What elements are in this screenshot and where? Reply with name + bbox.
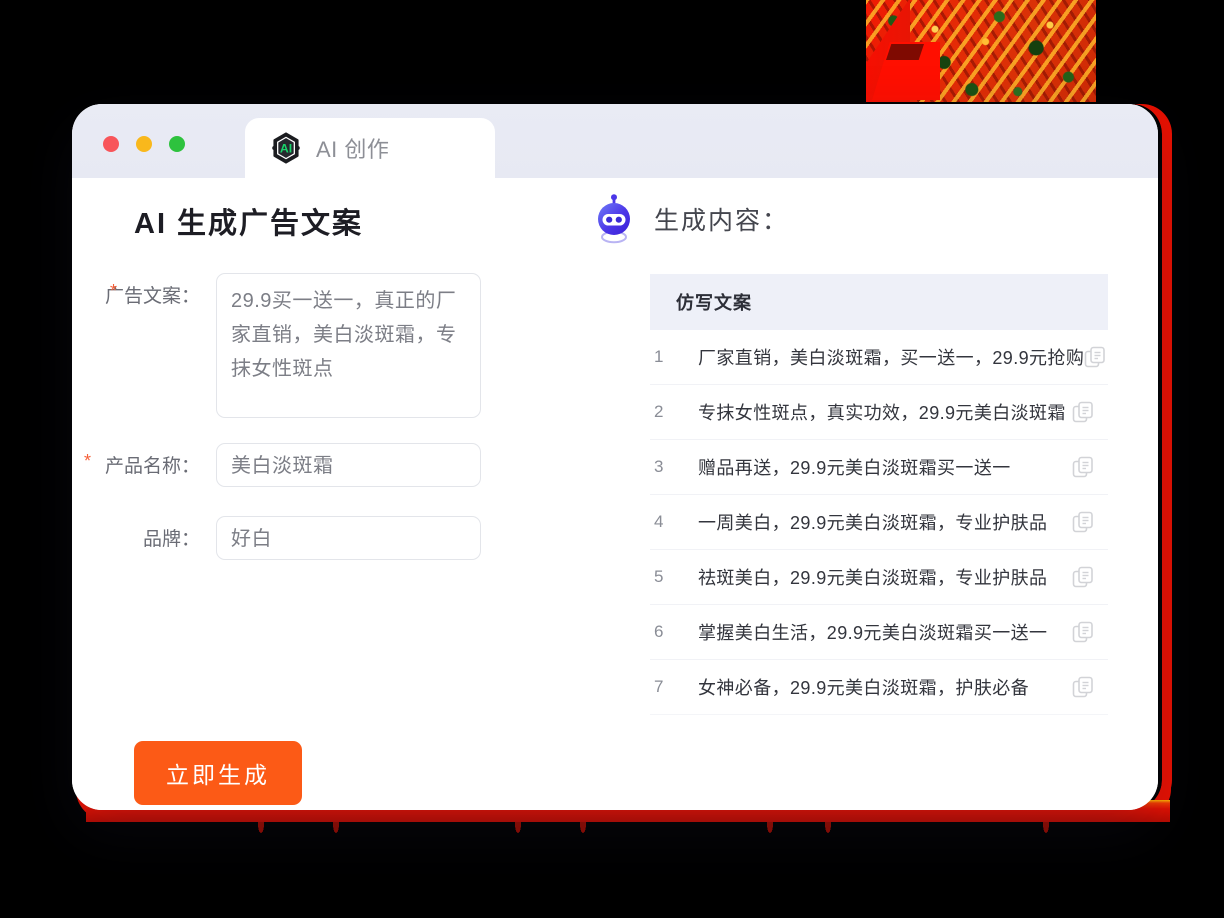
row-text: 一周美白，29.9元美白淡斑霜，专业护肤品	[698, 513, 1048, 533]
label-brand: 品牌：	[72, 516, 202, 551]
generate-button[interactable]: 立即生成	[134, 741, 302, 805]
input-brand[interactable]: 好白	[216, 516, 481, 560]
table-row[interactable]: 4 一周美白，29.9元美白淡斑霜，专业护肤品	[650, 495, 1108, 550]
ai-hexagon-logo-icon: AI	[272, 132, 300, 164]
tab-ai-creation[interactable]: AI AI 创作	[245, 118, 495, 178]
table-row[interactable]: 6 掌握美白生活，29.9元美白淡斑霜买一送一	[650, 605, 1108, 660]
table-column-header: 仿写文案	[650, 274, 1108, 330]
row-index: 3	[654, 457, 664, 476]
copy-icon[interactable]	[1072, 456, 1094, 478]
row-index: 5	[654, 567, 664, 586]
copy-icon[interactable]	[1072, 621, 1094, 643]
robot-icon	[598, 194, 630, 244]
table-row[interactable]: 5 祛斑美白，29.9元美白淡斑霜，专业护肤品	[650, 550, 1108, 605]
window-body: AI 生成广告文案 * 广告文案： 29.9买一送一，真正的厂家直销，美白淡斑霜…	[72, 178, 1158, 810]
input-product-name[interactable]: 美白淡斑霜	[216, 443, 481, 487]
row-text: 女神必备，29.9元美白淡斑霜，护肤必备	[698, 678, 1030, 698]
label-ad-copy: * 广告文案：	[72, 273, 202, 308]
row-index: 7	[654, 677, 664, 696]
table-row[interactable]: 1 厂家直销，美白淡斑霜，买一送一，29.9元抢购	[650, 330, 1108, 385]
copy-icon[interactable]	[1072, 401, 1094, 423]
row-text: 赠品再送，29.9元美白淡斑霜买一送一	[698, 458, 1011, 478]
svg-text:AI: AI	[280, 142, 292, 156]
form-row-ad-copy: * 广告文案： 29.9买一送一，真正的厂家直销，美白淡斑霜，专抹女性斑点	[72, 273, 481, 418]
tab-label: AI 创作	[316, 137, 390, 162]
art-notch	[886, 44, 924, 60]
row-index: 1	[654, 347, 664, 366]
results-table: 仿写文案 1 厂家直销，美白淡斑霜，买一送一，29.9元抢购 2 专抹女性斑点，…	[650, 274, 1108, 786]
page-title: AI 生成广告文案	[134, 208, 364, 240]
background-decoration-art	[866, 0, 1096, 102]
form-pane: AI 生成广告文案 * 广告文案： 29.9买一送一，真正的厂家直销，美白淡斑霜…	[72, 178, 584, 810]
row-text: 掌握美白生活，29.9元美白淡斑霜买一送一	[698, 623, 1048, 643]
label-text-product-name: 产品名称：	[104, 456, 200, 477]
row-index: 4	[654, 512, 664, 531]
required-marker-ad-copy: *	[110, 281, 118, 301]
label-product-name: * 产品名称：	[72, 443, 202, 478]
results-heading: 生成内容：	[592, 194, 789, 244]
table-row[interactable]: 2 专抹女性斑点，真实功效，29.9元美白淡斑霜	[650, 385, 1108, 440]
table-row[interactable]: 7 女神必备，29.9元美白淡斑霜，护肤必备	[650, 660, 1108, 715]
label-text-ad-copy: 广告文案：	[104, 286, 200, 307]
form-row-product-name: * 产品名称： 美白淡斑霜	[72, 443, 481, 487]
minimize-button[interactable]	[136, 136, 152, 152]
app-window: AI AI 创作 AI 生成广告文案 * 广告文案： 29.9买一送一，真正的厂…	[72, 104, 1158, 810]
window-titlebar: AI AI 创作	[72, 104, 1158, 178]
close-button[interactable]	[103, 136, 119, 152]
results-pane: 生成内容： 仿写文案 1 厂家直销，美白淡斑霜，买一送一，29.9元抢购 2 专…	[584, 178, 1158, 810]
results-title: 生成内容：	[654, 207, 790, 235]
row-index: 2	[654, 402, 664, 421]
row-index: 6	[654, 622, 664, 641]
required-marker-product-name: *	[84, 451, 92, 471]
copy-icon[interactable]	[1084, 346, 1106, 368]
traffic-light-controls	[103, 136, 185, 152]
label-text-brand: 品牌：	[142, 529, 200, 550]
copy-icon[interactable]	[1072, 511, 1094, 533]
row-text: 专抹女性斑点，真实功效，29.9元美白淡斑霜	[698, 403, 1066, 423]
form-row-brand: 品牌： 好白	[72, 516, 481, 560]
input-ad-copy[interactable]: 29.9买一送一，真正的厂家直销，美白淡斑霜，专抹女性斑点	[216, 273, 481, 418]
row-text: 祛斑美白，29.9元美白淡斑霜，专业护肤品	[698, 568, 1048, 588]
copy-icon[interactable]	[1072, 676, 1094, 698]
row-text: 厂家直销，美白淡斑霜，买一送一，29.9元抢购	[698, 348, 1085, 368]
table-row[interactable]: 3 赠品再送，29.9元美白淡斑霜买一送一	[650, 440, 1108, 495]
maximize-button[interactable]	[169, 136, 185, 152]
copy-icon[interactable]	[1072, 566, 1094, 588]
